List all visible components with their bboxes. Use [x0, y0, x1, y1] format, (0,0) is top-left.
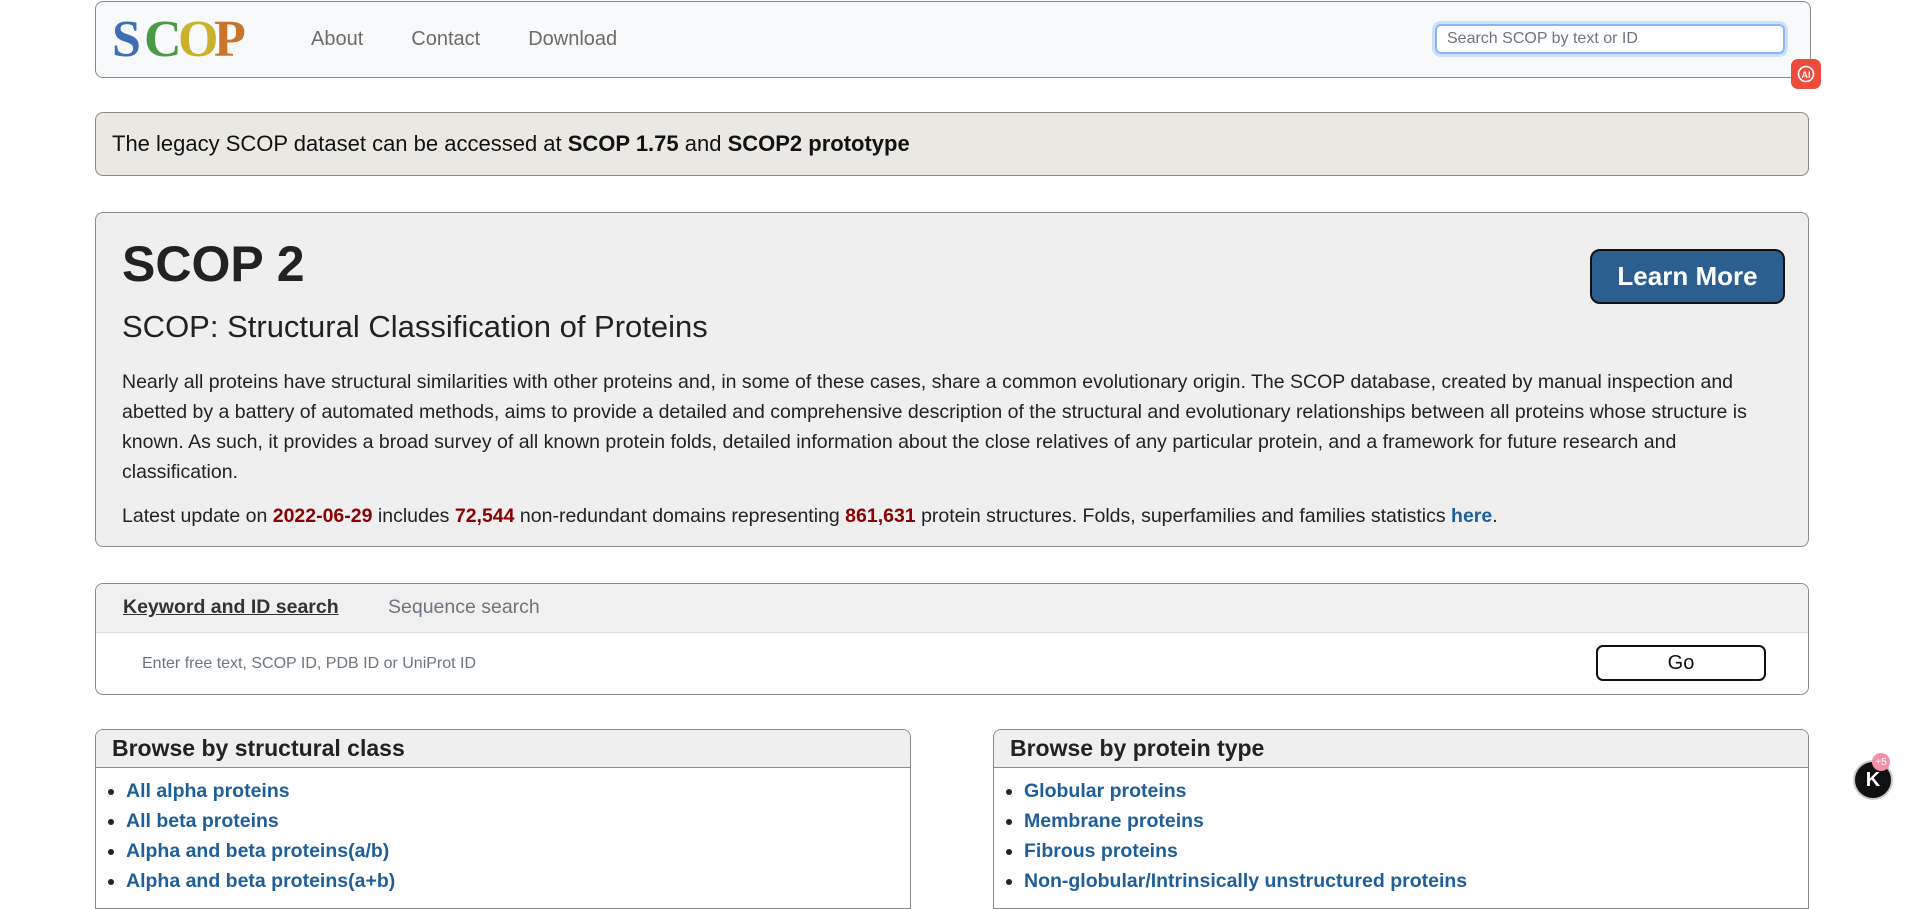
browse-structural-class-panel: Browse by structural class All alpha pro… — [95, 729, 911, 909]
domain-count: 72,544 — [454, 505, 515, 527]
svg-text:AI: AI — [1802, 70, 1811, 80]
browse-protein-type-panel: Browse by protein type Globular proteins… — [993, 729, 1809, 909]
protein-type-list: Globular proteins Membrane proteins Fibr… — [994, 776, 1808, 896]
list-item: Membrane proteins — [1024, 806, 1808, 836]
structure-count: 861,631 — [845, 505, 916, 527]
class-link-alpha-beta-apb[interactable]: Alpha and beta proteins(a+b) — [126, 870, 395, 892]
legacy-text: The legacy SCOP dataset can be accessed … — [112, 131, 568, 156]
hero-section: SCOP 2 SCOP: Structural Classification o… — [95, 212, 1809, 547]
class-link-alpha-beta-ab[interactable]: Alpha and beta proteins(a/b) — [126, 840, 389, 862]
class-link-all-alpha[interactable]: All alpha proteins — [126, 780, 290, 802]
class-link-all-beta[interactable]: All beta proteins — [126, 810, 279, 832]
ai-badge-glyph: AI — [1797, 65, 1815, 83]
hero-description: Nearly all proteins have structural simi… — [122, 371, 1747, 483]
list-item: Fibrous proteins — [1024, 836, 1808, 866]
update-end: . — [1492, 505, 1498, 527]
list-item: Non-globular/Intrinsically unstructured … — [1024, 866, 1808, 896]
top-search-input[interactable] — [1435, 24, 1785, 54]
nav-contact-link[interactable]: Contact — [411, 28, 480, 51]
search-tabs: Keyword and ID search Sequence search — [96, 584, 1808, 633]
update-mid1: includes — [372, 505, 455, 527]
list-item: All alpha proteins — [126, 776, 910, 806]
scop-175-link[interactable]: SCOP 1.75 — [568, 131, 679, 157]
browse-class-title: Browse by structural class — [96, 730, 910, 768]
update-mid2: non-redundant domains representing — [514, 505, 846, 527]
update-date: 2022-06-29 — [272, 505, 373, 527]
nav-about-link[interactable]: About — [311, 28, 363, 51]
nav-links: About Contact Download — [311, 2, 665, 77]
structural-class-list: All alpha proteins All beta proteins Alp… — [96, 776, 910, 896]
k-notification-badge: +5 — [1872, 753, 1890, 771]
svg-text:P: P — [214, 14, 246, 64]
ai-assistant-icon[interactable]: AI — [1791, 59, 1821, 89]
go-button[interactable]: Go — [1596, 645, 1766, 681]
page-subtitle: SCOP: Structural Classification of Prote… — [122, 309, 708, 344]
update-mid3: protein structures. Folds, superfamilies… — [915, 505, 1452, 527]
type-link-non-globular[interactable]: Non-globular/Intrinsically unstructured … — [1024, 870, 1467, 892]
top-navbar: S C O P About Contact Download — [95, 1, 1811, 78]
type-link-globular[interactable]: Globular proteins — [1024, 780, 1187, 802]
list-item: Globular proteins — [1024, 776, 1808, 806]
keyword-search-input[interactable] — [140, 648, 1444, 680]
legacy-and-text: and — [678, 131, 728, 156]
update-prefix: Latest update on — [122, 505, 273, 527]
list-item: Alpha and beta proteins(a/b) — [126, 836, 910, 866]
list-item: Alpha and beta proteins(a+b) — [126, 866, 910, 896]
list-item: All beta proteins — [126, 806, 910, 836]
scop2-prototype-link[interactable]: SCOP2 prototype — [728, 131, 910, 157]
type-link-membrane[interactable]: Membrane proteins — [1024, 810, 1204, 832]
tab-keyword-search[interactable]: Keyword and ID search — [123, 596, 339, 619]
svg-text:C: C — [144, 14, 182, 64]
type-link-fibrous[interactable]: Fibrous proteins — [1024, 840, 1178, 862]
legacy-banner: The legacy SCOP dataset can be accessed … — [95, 112, 1809, 176]
tab-sequence-search[interactable]: Sequence search — [388, 596, 540, 619]
svg-text:O: O — [178, 14, 218, 64]
nav-download-link[interactable]: Download — [528, 28, 617, 51]
search-card: Keyword and ID search Sequence search Go — [95, 583, 1809, 695]
scop-logo[interactable]: S C O P — [112, 11, 248, 68]
statistics-here-link[interactable]: here — [1451, 505, 1492, 527]
page-title: SCOP 2 — [122, 236, 305, 292]
latest-update: Latest update on 2022-06-29 includes 72,… — [122, 505, 1498, 528]
scop-logo-icon: S C O P — [112, 11, 246, 68]
browse-type-title: Browse by protein type — [994, 730, 1808, 768]
svg-text:S: S — [112, 14, 141, 64]
learn-more-button[interactable]: Learn More — [1590, 249, 1785, 304]
